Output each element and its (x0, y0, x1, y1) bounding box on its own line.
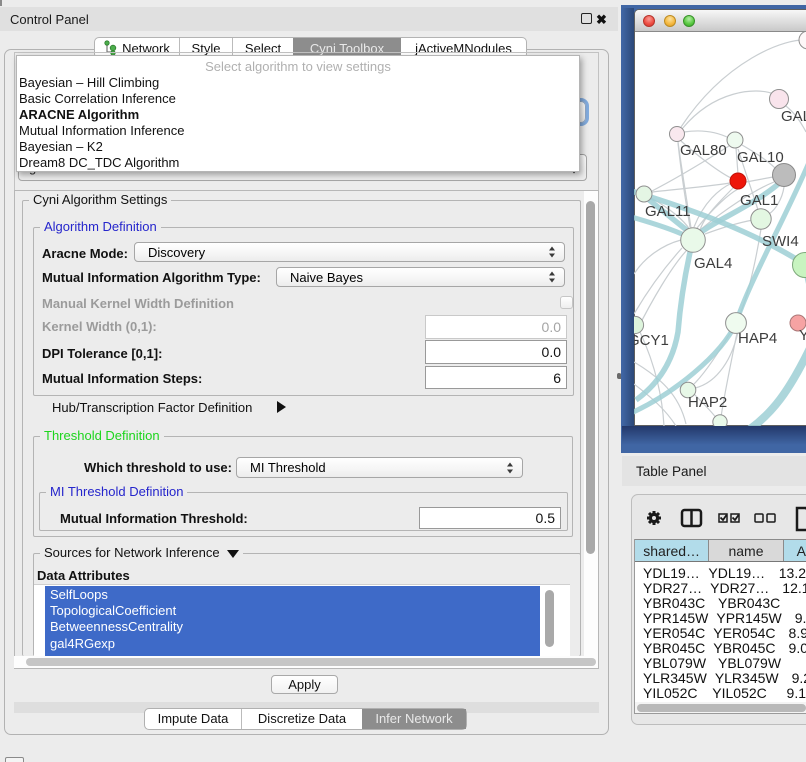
svg-text:GAL4: GAL4 (694, 255, 732, 272)
svg-text:YD: YD (799, 327, 806, 344)
svg-text:SWI4: SWI4 (762, 233, 799, 250)
svg-text:GAL2: GAL2 (781, 108, 806, 125)
svg-text:GAL10: GAL10 (737, 149, 784, 166)
svg-text:GAL11: GAL11 (645, 203, 691, 220)
svg-text:GAL1: GAL1 (740, 192, 778, 209)
svg-text:HAP4: HAP4 (738, 330, 777, 347)
svg-text:GAL80: GAL80 (680, 142, 727, 159)
svg-text:GCY1: GCY1 (634, 332, 669, 349)
svg-text:HAP2: HAP2 (688, 394, 727, 411)
